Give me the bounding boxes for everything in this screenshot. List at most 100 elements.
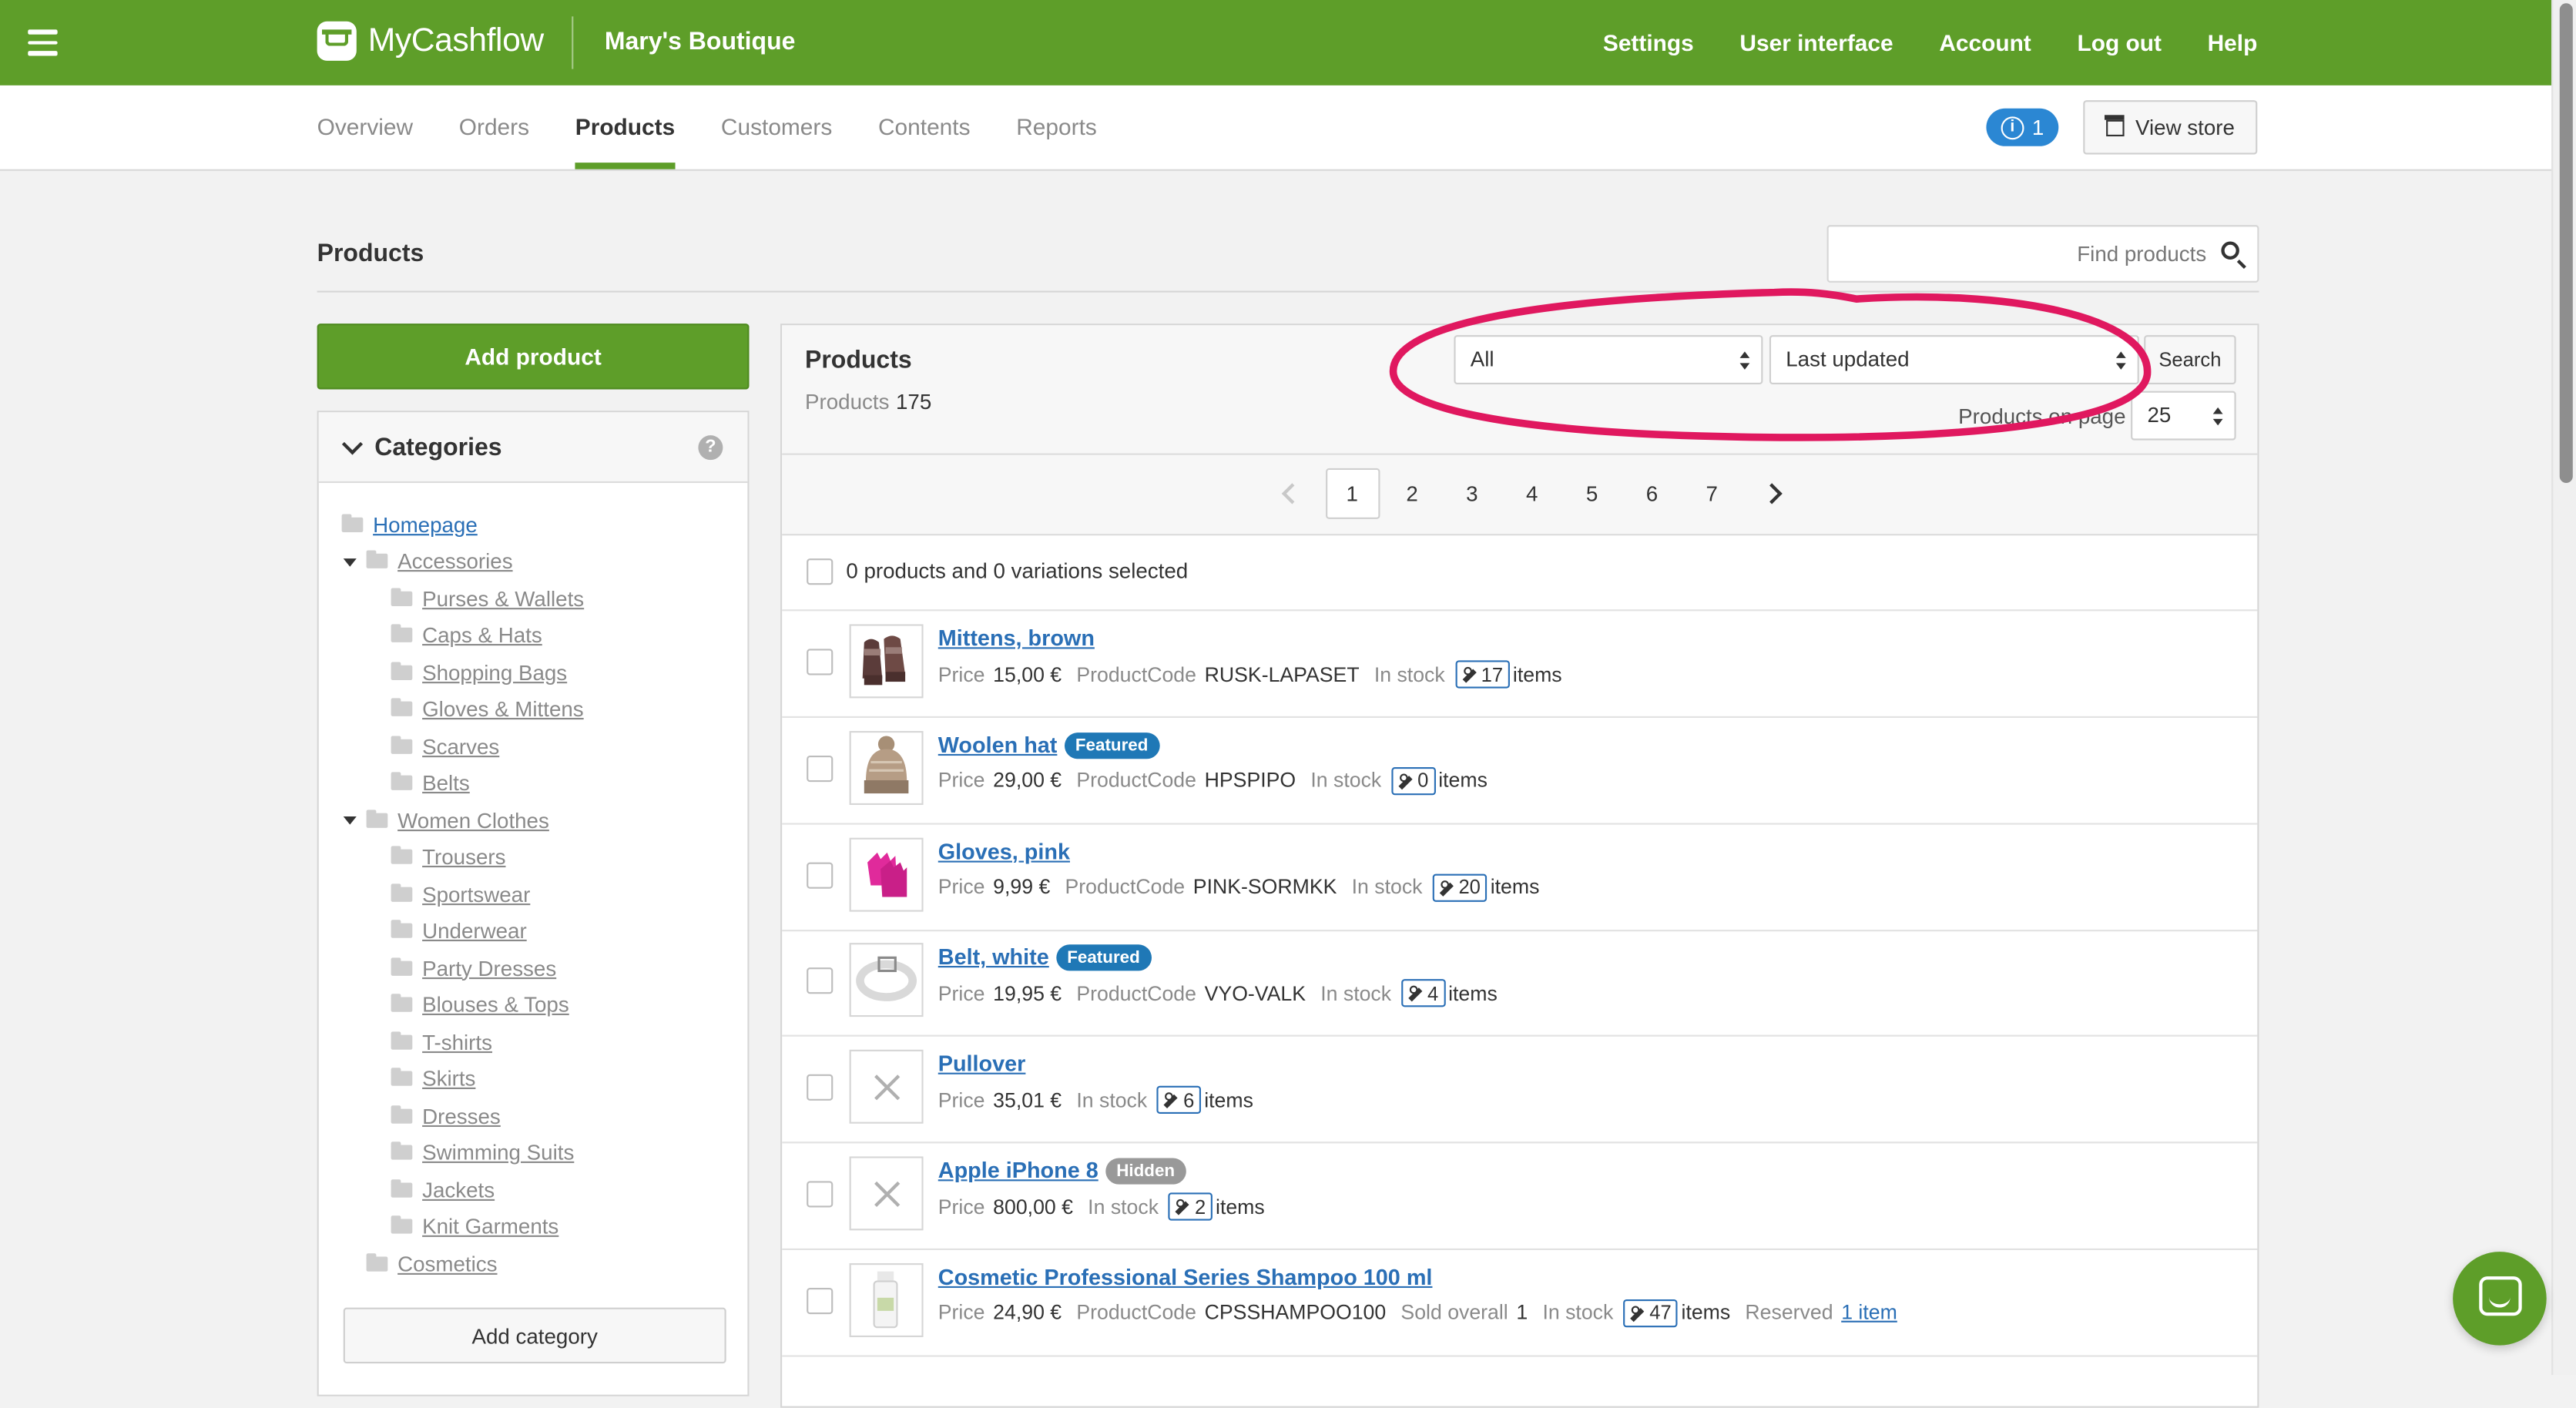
category-link[interactable]: Blouses & Tops (422, 992, 569, 1017)
category-link[interactable]: Sportswear (422, 881, 530, 906)
nav-account[interactable]: Account (1939, 29, 2031, 55)
product-name-link[interactable]: Gloves, pink (938, 839, 1070, 863)
category-link[interactable]: Knit Garments (422, 1214, 558, 1239)
category-item[interactable]: Underwear (391, 914, 527, 947)
category-link[interactable]: Gloves & Mittens (422, 696, 584, 721)
product-name-link[interactable]: Woolen hat Featured (938, 732, 1160, 759)
category-item[interactable]: Accessories (366, 545, 513, 578)
category-item[interactable]: Scarves (391, 729, 499, 763)
product-thumbnail[interactable] (849, 944, 924, 1017)
category-item[interactable]: Homepage (341, 508, 478, 541)
nav-log-out[interactable]: Log out (2077, 29, 2161, 55)
prev-page-button[interactable] (1265, 468, 1319, 519)
stock-edit-button[interactable]: 47 (1623, 1299, 1679, 1327)
add-category-button[interactable]: Add category (343, 1307, 726, 1364)
category-item[interactable]: Skirts (391, 1062, 475, 1095)
product-checkbox[interactable] (807, 967, 834, 995)
page-number-button[interactable]: 6 (1625, 468, 1679, 519)
product-thumbnail[interactable] (849, 1156, 924, 1231)
nav-user-interface[interactable]: User interface (1739, 29, 1893, 55)
expand-triangle-icon[interactable] (343, 816, 357, 825)
category-item[interactable]: Dresses (391, 1099, 501, 1132)
page-number-button[interactable]: 1 (1325, 468, 1380, 519)
chat-button[interactable] (2453, 1252, 2547, 1346)
tab-overview[interactable]: Overview (317, 85, 413, 169)
expand-triangle-icon[interactable] (343, 558, 357, 566)
page-number-button[interactable]: 4 (1505, 468, 1559, 519)
categories-header[interactable]: Categories ? (318, 412, 748, 484)
add-product-button[interactable]: Add product (317, 324, 750, 390)
category-link[interactable]: Party Dresses (422, 955, 556, 980)
product-name-link[interactable]: Cosmetic Professional Series Shampoo 100… (938, 1265, 1433, 1289)
page-scrollbar[interactable] (2551, 0, 2576, 1376)
category-item[interactable]: Purses & Wallets (391, 582, 584, 615)
search-icon[interactable] (2221, 241, 2239, 260)
product-thumbnail[interactable] (849, 730, 924, 805)
chevron-down-icon[interactable] (341, 434, 364, 455)
product-name-link[interactable]: Belt, white Featured (938, 945, 1152, 972)
reserved-link[interactable]: 1 item (1841, 1302, 1897, 1325)
product-checkbox[interactable] (807, 1074, 834, 1101)
product-checkbox[interactable] (807, 861, 834, 888)
category-item[interactable]: Shopping Bags (391, 655, 567, 689)
category-link[interactable]: Shopping Bags (422, 659, 567, 684)
category-link[interactable]: Cosmetics (397, 1251, 497, 1276)
tab-products[interactable]: Products (575, 85, 675, 169)
product-name-link[interactable]: Mittens, brown (938, 626, 1095, 651)
menu-icon[interactable] (28, 29, 58, 55)
find-products-input[interactable] (1841, 226, 2207, 281)
category-link[interactable]: Underwear (422, 918, 527, 943)
store-name[interactable]: Mary's Boutique (605, 28, 796, 55)
category-link[interactable]: T-shirts (422, 1029, 492, 1054)
product-checkbox[interactable] (807, 649, 834, 676)
product-checkbox[interactable] (807, 1287, 834, 1314)
stock-edit-button[interactable]: 6 (1157, 1086, 1201, 1115)
page-number-button[interactable]: 2 (1385, 468, 1439, 519)
nav-settings[interactable]: Settings (1603, 29, 1694, 55)
category-item[interactable]: Knit Garments (391, 1210, 558, 1243)
product-checkbox[interactable] (807, 1181, 834, 1208)
page-number-button[interactable]: 7 (1685, 468, 1739, 519)
category-link[interactable]: Homepage (373, 511, 478, 536)
scrollbar-thumb[interactable] (2559, 3, 2573, 484)
next-page-button[interactable] (1745, 468, 1799, 519)
sort-select[interactable]: Last updated (1769, 335, 2139, 385)
notifications-badge[interactable]: i 1 (1986, 108, 2059, 146)
product-checkbox[interactable] (807, 755, 834, 782)
category-link[interactable]: Dresses (422, 1103, 501, 1128)
category-link[interactable]: Trousers (422, 844, 505, 869)
category-item[interactable]: Women Clothes (366, 803, 549, 836)
logo[interactable]: MyCashflow (317, 21, 544, 61)
category-link[interactable]: Caps & Hats (422, 622, 542, 647)
page-number-button[interactable]: 3 (1445, 468, 1499, 519)
category-link[interactable]: Women Clothes (397, 807, 549, 832)
per-page-select[interactable]: 25 (2131, 391, 2236, 441)
product-thumbnail[interactable] (849, 624, 924, 699)
select-all-checkbox[interactable] (807, 558, 834, 585)
category-item[interactable]: Jackets (391, 1173, 495, 1206)
category-item[interactable]: Blouses & Tops (391, 988, 569, 1021)
filter-select[interactable]: All (1454, 335, 1763, 385)
stock-edit-button[interactable]: 17 (1454, 660, 1510, 689)
stock-edit-button[interactable]: 0 (1391, 766, 1435, 795)
page-number-button[interactable]: 5 (1565, 468, 1618, 519)
category-item[interactable]: T-shirts (391, 1025, 492, 1058)
category-item[interactable]: Belts (391, 766, 470, 800)
category-link[interactable]: Jackets (422, 1177, 495, 1202)
category-item[interactable]: Sportswear (391, 877, 530, 910)
product-thumbnail[interactable] (849, 1050, 924, 1125)
category-item[interactable]: Party Dresses (391, 951, 556, 984)
category-link[interactable]: Accessories (397, 548, 512, 573)
tab-orders[interactable]: Orders (459, 85, 529, 169)
category-item[interactable]: Trousers (391, 840, 505, 873)
view-store-button[interactable]: View store (2083, 100, 2258, 155)
tab-reports[interactable]: Reports (1016, 85, 1097, 169)
category-item[interactable]: Gloves & Mittens (391, 692, 584, 726)
category-link[interactable]: Scarves (422, 733, 499, 758)
product-name-link[interactable]: Apple iPhone 8 Hidden (938, 1158, 1187, 1185)
stock-edit-button[interactable]: 2 (1168, 1192, 1213, 1221)
help-icon[interactable]: ? (698, 435, 723, 461)
category-item[interactable]: Swimming Suits (391, 1136, 574, 1169)
nav-help[interactable]: Help (2208, 29, 2258, 55)
search-button[interactable]: Search (2144, 335, 2236, 385)
